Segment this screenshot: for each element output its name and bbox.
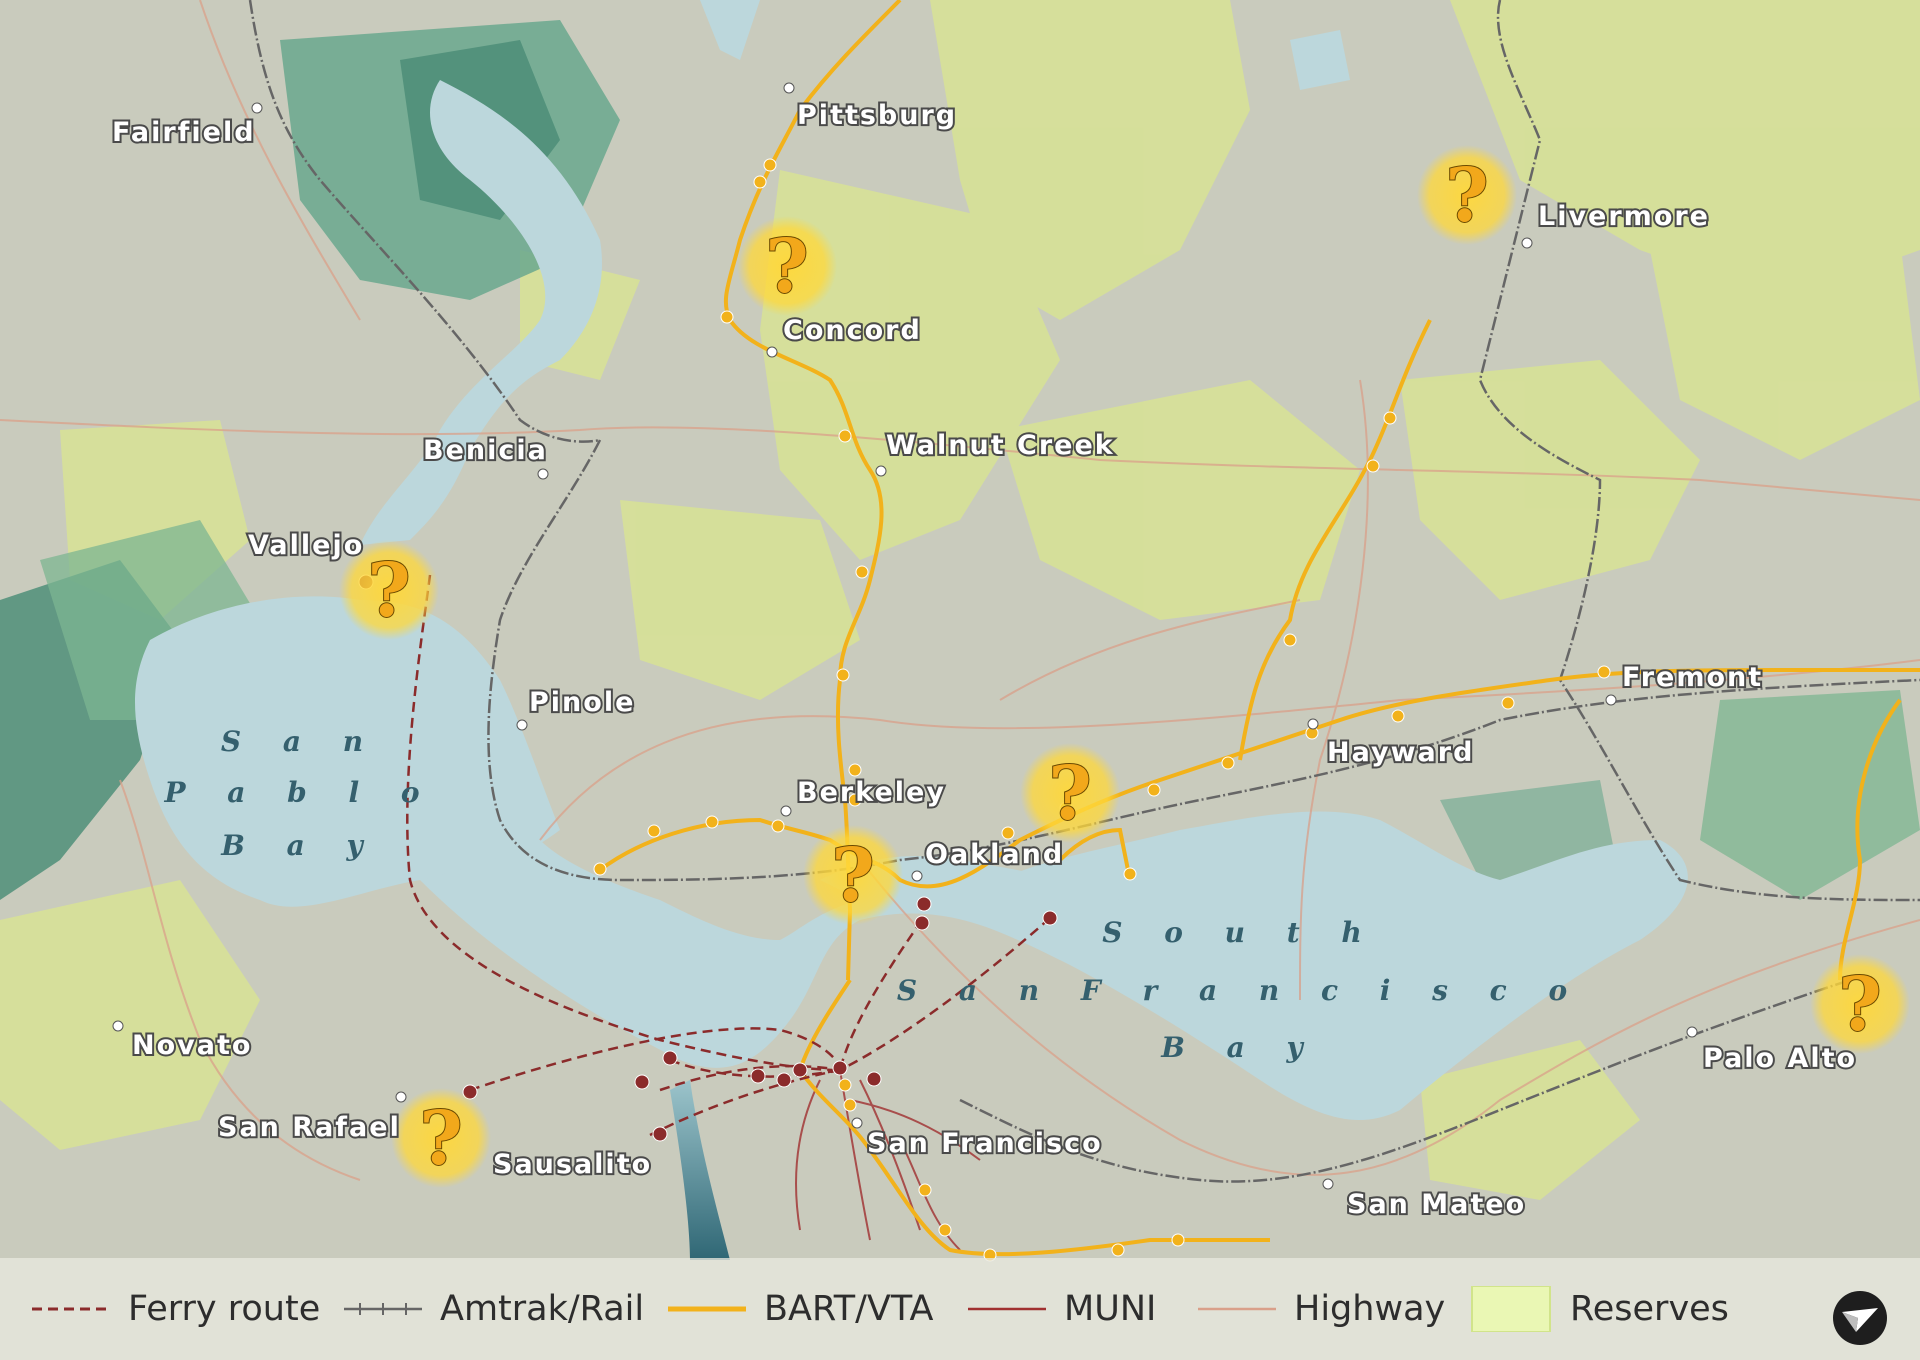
question-marker[interactable]: ? bbox=[1417, 145, 1517, 245]
city-label-pittsburg: Pittsburg bbox=[797, 100, 957, 131]
bay-area-map: S a n P a b l o B a y S o u t h S a n F … bbox=[0, 0, 1920, 1360]
question-marker[interactable]: ? bbox=[737, 216, 837, 316]
water-label-line: S o u t h bbox=[1102, 916, 1378, 949]
water-label-line: P a b l o bbox=[163, 776, 435, 809]
ferry-route-swatch bbox=[32, 1307, 110, 1311]
svg-text:?: ? bbox=[831, 833, 874, 919]
map-legend: Ferry route Amtrak/Rail BART/VTA MUNI Hi… bbox=[0, 1258, 1920, 1360]
svg-text:?: ? bbox=[1838, 962, 1881, 1048]
muni-swatch bbox=[968, 1307, 1046, 1311]
bart-swatch bbox=[668, 1306, 746, 1312]
legend-item-muni: MUNI bbox=[964, 1286, 1156, 1332]
svg-text:?: ? bbox=[1048, 751, 1091, 837]
water-label-line: B a y bbox=[1160, 1031, 1319, 1064]
city-label-livermore: Livermore bbox=[1538, 201, 1710, 232]
legend-item-bart-vta: BART/VTA bbox=[664, 1286, 933, 1332]
north-arrow-icon bbox=[1833, 1291, 1887, 1345]
city-label-pinole: Pinole bbox=[529, 687, 635, 718]
city-label-oakland: Oakland bbox=[925, 839, 1064, 870]
question-marker[interactable]: ? bbox=[1810, 954, 1910, 1054]
city-label-benicia: Benicia bbox=[423, 435, 548, 466]
svg-text:?: ? bbox=[1445, 153, 1488, 239]
city-label-san-mateo: San Mateo bbox=[1347, 1189, 1526, 1220]
question-marker[interactable]: ? bbox=[803, 825, 903, 925]
legend-label: BART/VTA bbox=[764, 1289, 934, 1329]
legend-item-highway: Highway bbox=[1194, 1286, 1445, 1332]
city-label-san-rafael: San Rafael bbox=[218, 1112, 401, 1143]
city-label-sausalito: Sausalito bbox=[493, 1149, 652, 1180]
legend-item-amtrak-rail: Amtrak/Rail bbox=[340, 1286, 644, 1332]
city-label-palo-alto: Palo Alto bbox=[1703, 1043, 1857, 1074]
city-label-hayward: Hayward bbox=[1327, 737, 1474, 768]
legend-label: Ferry route bbox=[128, 1289, 321, 1329]
legend-label: Amtrak/Rail bbox=[440, 1289, 645, 1329]
city-label-concord: Concord bbox=[783, 315, 922, 346]
highway-swatch bbox=[1198, 1307, 1276, 1311]
svg-text:?: ? bbox=[765, 224, 808, 310]
city-label-vallejo: Vallejo bbox=[248, 530, 364, 561]
city-label-fremont: Fremont bbox=[1622, 662, 1763, 693]
legend-label: Highway bbox=[1294, 1289, 1446, 1329]
legend-label: Reserves bbox=[1570, 1289, 1729, 1329]
svg-text:?: ? bbox=[367, 548, 410, 634]
rail-swatch bbox=[344, 1303, 422, 1315]
city-label-fairfield: Fairfield bbox=[112, 117, 256, 148]
reserves-swatch bbox=[1471, 1286, 1551, 1332]
question-marker[interactable]: ? bbox=[1020, 743, 1120, 843]
legend-label: MUNI bbox=[1064, 1289, 1157, 1329]
water-label-line: B a y bbox=[220, 829, 379, 862]
city-label-novato: Novato bbox=[132, 1030, 252, 1061]
legend-item-ferry-route: Ferry route bbox=[28, 1286, 320, 1332]
city-label-berkeley: Berkeley bbox=[797, 777, 946, 808]
water-label-line: S a n F r a n c i s c o bbox=[897, 974, 1583, 1007]
water-label-line: S a n bbox=[221, 725, 379, 758]
city-label-san-francisco: San Francisco bbox=[867, 1128, 1103, 1159]
svg-text:?: ? bbox=[419, 1096, 462, 1182]
city-label-walnut-creek: Walnut Creek bbox=[886, 430, 1115, 461]
question-marker[interactable]: ? bbox=[391, 1088, 491, 1188]
legend-item-reserves: Reserves bbox=[1470, 1286, 1729, 1332]
